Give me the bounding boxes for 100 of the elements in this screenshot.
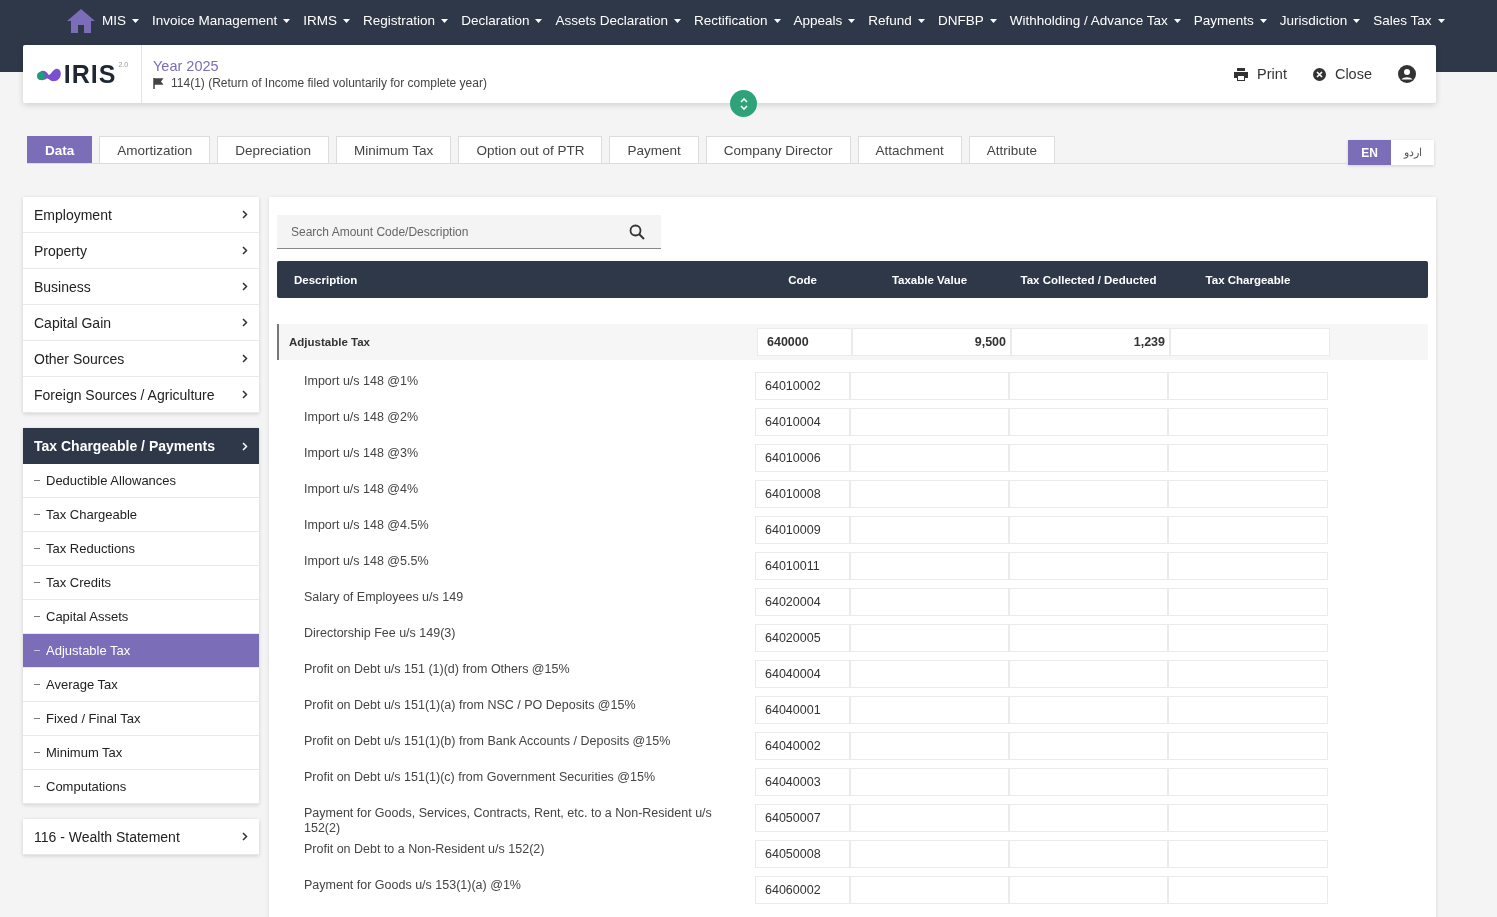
code-cell: 64050008 xyxy=(755,840,850,868)
caret-icon xyxy=(1353,18,1361,23)
code-cell: 64020004 xyxy=(755,588,850,616)
nav-menu-item[interactable]: IRMS xyxy=(303,13,364,28)
row-description: Salary of Employees u/s 149 xyxy=(303,589,465,605)
collapse-toggle-icon[interactable] xyxy=(730,90,757,117)
row-description: Profit on Debt to a Non-Resident u/s 152(2) xyxy=(303,841,546,857)
caret-icon xyxy=(917,18,925,23)
row-description: Import u/s 148 @1% xyxy=(303,373,420,389)
search-field[interactable]: Search Amount Code/Description xyxy=(277,215,661,249)
code-cell: 64010006 xyxy=(755,444,850,472)
tab[interactable]: Option out of PTR xyxy=(458,136,603,163)
nav-menu-item[interactable]: Jurisdiction xyxy=(1279,13,1374,28)
sidebar-subitem[interactable]: Computations xyxy=(23,770,259,804)
tab[interactable]: Attachment xyxy=(857,136,962,163)
caret-icon xyxy=(535,18,543,23)
search-icon[interactable] xyxy=(629,224,645,240)
sidebar-subitem[interactable]: Tax Credits xyxy=(23,566,259,600)
column-header: Taxable Value xyxy=(890,273,969,286)
sidebar-item[interactable]: Other Sources xyxy=(23,341,259,377)
code-cell: 64010002 xyxy=(755,372,850,400)
code-cell: 64010008 xyxy=(755,480,850,508)
group-description: Adjustable Tax xyxy=(288,336,371,348)
column-header: Tax Collected / Deducted xyxy=(1019,273,1158,286)
tab[interactable]: Depreciation xyxy=(217,136,330,163)
sidebar-item[interactable]: Business xyxy=(23,269,259,305)
sidebar-subitem[interactable]: Adjustable Tax xyxy=(23,634,259,668)
tab[interactable]: Company Director xyxy=(705,136,851,163)
user-icon[interactable] xyxy=(1398,65,1416,83)
chevron-icon xyxy=(242,246,248,255)
column-header: Code xyxy=(787,273,818,286)
nav-menu-item[interactable]: DNFBP xyxy=(937,13,1010,28)
printer-icon xyxy=(1234,67,1249,81)
tab[interactable]: Minimum Tax xyxy=(336,136,452,163)
tab[interactable]: Amortization xyxy=(99,136,211,163)
chevron-icon xyxy=(242,210,248,219)
nav-menu-item[interactable]: Assets Declaration xyxy=(555,13,694,28)
row-description: Directorship Fee u/s 149(3) xyxy=(303,625,457,641)
nav-menu-item[interactable]: Rectification xyxy=(694,13,794,28)
logo-text: IRIS xyxy=(63,59,117,89)
code-cell: 64060002 xyxy=(755,876,850,904)
caret-icon xyxy=(441,18,449,23)
nav-menu-item[interactable]: Payments xyxy=(1193,13,1280,28)
column-header: Tax Chargeable xyxy=(1204,273,1292,286)
tab[interactable]: Payment xyxy=(609,136,699,163)
sidebar-section-header[interactable]: Tax Chargeable / Payments xyxy=(23,428,259,464)
nav-menu-item[interactable]: Sales Tax xyxy=(1373,13,1458,28)
close-button[interactable]: Close xyxy=(1312,66,1372,82)
row-description: Payment for Goods, Services, Contracts, Rent, etc. to a Non-Resident u/s 152(2) xyxy=(303,805,713,836)
sidebar-subitem[interactable]: Minimum Tax xyxy=(23,736,259,770)
year-title: Year 2025 xyxy=(153,58,220,74)
sidebar-item[interactable]: Capital Gain xyxy=(23,305,259,341)
sidebar-subitem[interactable]: Deductible Allowances xyxy=(23,464,259,498)
code-cell: 64010009 xyxy=(755,516,850,544)
row-description: Profit on Debt u/s 151 (1)(d) from Others @15% xyxy=(303,661,571,677)
language-toggle[interactable]: EN xyxy=(1348,140,1391,165)
close-icon xyxy=(1312,67,1326,81)
amount-cell: 1,239 xyxy=(1011,328,1170,356)
sidebar-subitem[interactable]: Average Tax xyxy=(23,668,259,702)
code-cell: 64040004 xyxy=(755,660,850,688)
chevron-icon xyxy=(242,354,248,363)
code-cell: 64010011 xyxy=(755,552,850,580)
row-description: Import u/s 148 @3% xyxy=(303,445,420,461)
sidebar-subitem[interactable]: Tax Reductions xyxy=(23,532,259,566)
sidebar-item[interactable]: Foreign Sources / Agriculture xyxy=(23,377,259,413)
row-description: Profit on Debt u/s 151(1)(a) from NSC / PO Deposits @15% xyxy=(303,697,637,713)
row-description: Payment for Goods u/s 153(1)(a) @1% xyxy=(303,877,522,893)
language-toggle[interactable]: اردو xyxy=(1391,140,1434,165)
sidebar-subitem[interactable]: Fixed / Final Tax xyxy=(23,702,259,736)
row-description: Profit on Debt u/s 151(1)(c) from Government Securities @15% xyxy=(303,769,657,785)
flag-icon xyxy=(153,77,164,89)
chevron-icon xyxy=(242,832,248,841)
sidebar-item[interactable]: 116 - Wealth Statement xyxy=(23,819,259,855)
sidebar-item[interactable]: Property xyxy=(23,233,259,269)
nav-menu-item[interactable]: Registration xyxy=(363,13,462,28)
nav-menu-item[interactable]: MIS xyxy=(102,13,152,28)
tab[interactable]: Attribute xyxy=(968,136,1056,163)
row-description: Import u/s 148 @5.5% xyxy=(303,553,430,569)
chevron-icon xyxy=(242,390,248,399)
caret-icon xyxy=(343,18,351,23)
chevron-icon xyxy=(242,441,248,451)
sidebar-subitem[interactable]: Tax Chargeable xyxy=(23,498,259,532)
code-cell: 64040002 xyxy=(755,732,850,760)
code-cell: 64020005 xyxy=(755,624,850,652)
row-description: Import u/s 148 @4.5% xyxy=(303,517,430,533)
print-button[interactable]: Print xyxy=(1234,66,1287,82)
home-icon[interactable] xyxy=(66,7,96,34)
tab[interactable]: Data xyxy=(27,136,93,163)
row-description: Import u/s 148 @4% xyxy=(303,481,420,497)
nav-menu-item[interactable]: Withholding / Advance Tax xyxy=(1009,13,1194,28)
nav-menu-item[interactable]: Invoice Management xyxy=(152,13,304,28)
sidebar-subitem[interactable]: Capital Assets xyxy=(23,600,259,634)
nav-menu-item[interactable]: Appeals xyxy=(793,13,869,28)
row-description: Profit on Debt u/s 151(1)(b) from Bank Accounts / Deposits @15% xyxy=(303,733,672,749)
chevron-icon xyxy=(242,282,248,291)
nav-menu-item[interactable]: Refund xyxy=(868,13,938,28)
sidebar-item[interactable]: Employment xyxy=(23,197,259,233)
code-cell: 64010004 xyxy=(755,408,850,436)
amount-cell: 9,500 xyxy=(852,328,1011,356)
nav-menu-item[interactable]: Declaration xyxy=(461,13,556,28)
